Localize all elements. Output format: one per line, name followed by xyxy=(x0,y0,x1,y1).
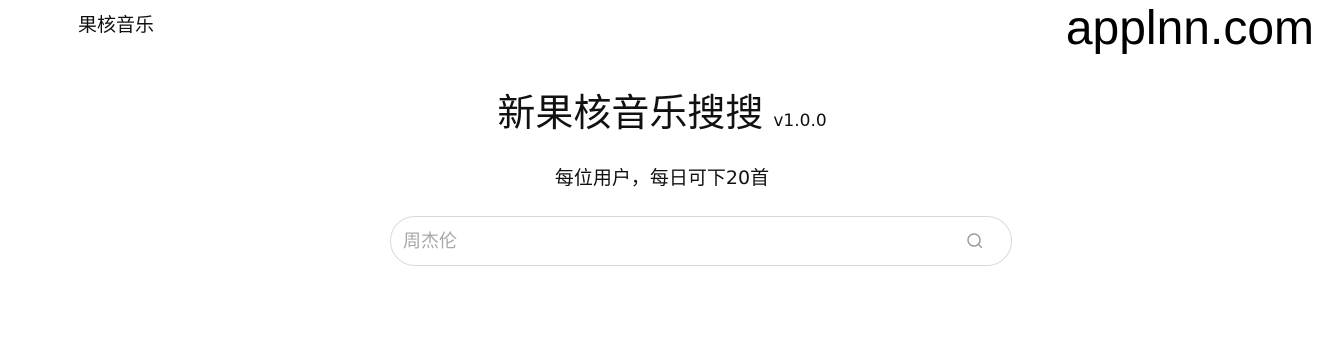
search-icon[interactable] xyxy=(965,231,985,251)
search-input[interactable] xyxy=(391,217,965,265)
page: 果核音乐 applnn.com 新果核音乐搜搜 v1.0.0 每位用户，每日可下2… xyxy=(0,0,1324,347)
page-subtitle: 每位用户，每日可下20首 xyxy=(554,167,770,189)
version-badge: v1.0.0 xyxy=(773,111,827,131)
hero-heading: 新果核音乐搜搜 v1.0.0 xyxy=(0,88,1324,138)
page-title: 新果核音乐搜搜 xyxy=(497,91,764,135)
search-bar xyxy=(390,216,1012,266)
brand-logo-text[interactable]: 果核音乐 xyxy=(78,12,154,38)
watermark: applnn.com xyxy=(1065,2,1314,55)
